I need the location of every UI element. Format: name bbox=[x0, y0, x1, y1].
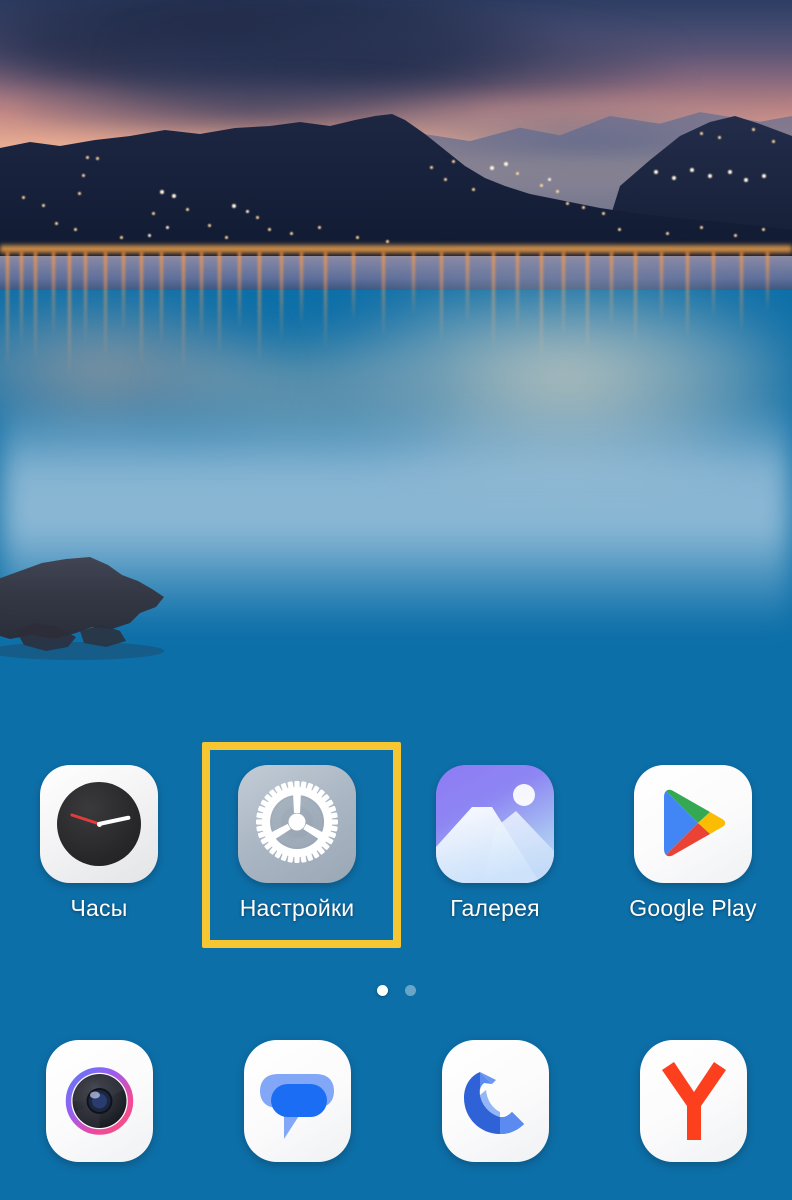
app-item-settings[interactable]: Настройки bbox=[198, 765, 396, 922]
dock bbox=[0, 1040, 792, 1162]
app-row: Часы Настройки Галерея Google Play bbox=[0, 765, 792, 922]
wallpaper bbox=[0, 0, 792, 1200]
app-grid: Часы Настройки Галерея Google Play bbox=[0, 765, 792, 922]
home-screen: Часы Настройки Галерея Google Play bbox=[0, 0, 792, 1200]
rock-formation bbox=[0, 557, 164, 660]
clock-icon[interactable] bbox=[40, 765, 158, 883]
dock-row bbox=[0, 1040, 792, 1162]
google-play-icon[interactable] bbox=[634, 765, 752, 883]
dock-item-camera[interactable] bbox=[0, 1040, 198, 1162]
page-indicator[interactable] bbox=[0, 985, 792, 996]
app-label: Галерея bbox=[450, 895, 540, 921]
app-item-clock[interactable]: Часы bbox=[0, 765, 198, 922]
app-label: Google Play bbox=[629, 895, 757, 921]
app-item-gallery[interactable]: Галерея bbox=[396, 765, 594, 922]
dock-item-phone[interactable] bbox=[396, 1040, 594, 1162]
app-label: Часы bbox=[70, 895, 128, 921]
app-label: Настройки bbox=[239, 895, 355, 921]
phone-icon[interactable] bbox=[441, 1040, 549, 1162]
gallery-icon[interactable] bbox=[436, 765, 554, 883]
app-item-google-play[interactable]: Google Play bbox=[594, 765, 792, 922]
dock-item-messages[interactable] bbox=[198, 1040, 396, 1162]
dock-item-yandex-browser[interactable] bbox=[594, 1040, 792, 1162]
page-dot-inactive[interactable] bbox=[404, 985, 416, 996]
camera-icon[interactable] bbox=[45, 1040, 153, 1162]
yandex-browser-icon[interactable] bbox=[639, 1040, 747, 1162]
messages-icon[interactable] bbox=[243, 1040, 351, 1162]
page-dot-active[interactable] bbox=[376, 985, 388, 996]
gear-icon[interactable] bbox=[238, 765, 356, 883]
